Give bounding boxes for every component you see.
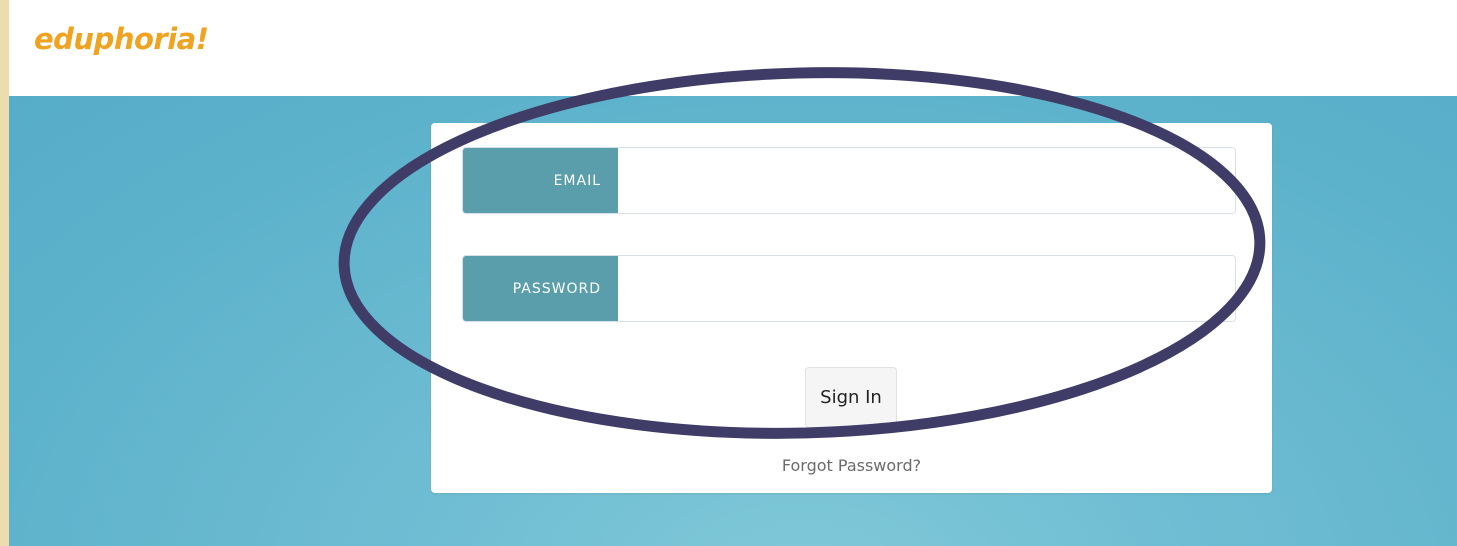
logo[interactable]: eduphoria! — [34, 22, 209, 56]
email-label: EMAIL — [463, 148, 618, 213]
login-card: EMAIL PASSWORD Sign In Forgot Password? — [431, 123, 1272, 493]
forgot-password-link[interactable]: Forgot Password? — [431, 456, 1272, 475]
page-frame: eduphoria! EMAIL PASSWORD Sign In Forgot… — [9, 0, 1457, 546]
password-input[interactable] — [618, 256, 1235, 321]
password-field-group: PASSWORD — [462, 255, 1236, 322]
sign-in-button[interactable]: Sign In — [805, 367, 897, 428]
password-label: PASSWORD — [463, 256, 618, 321]
header-bar: eduphoria! — [9, 0, 1457, 96]
email-field-group: EMAIL — [462, 147, 1236, 214]
email-input[interactable] — [618, 148, 1235, 213]
